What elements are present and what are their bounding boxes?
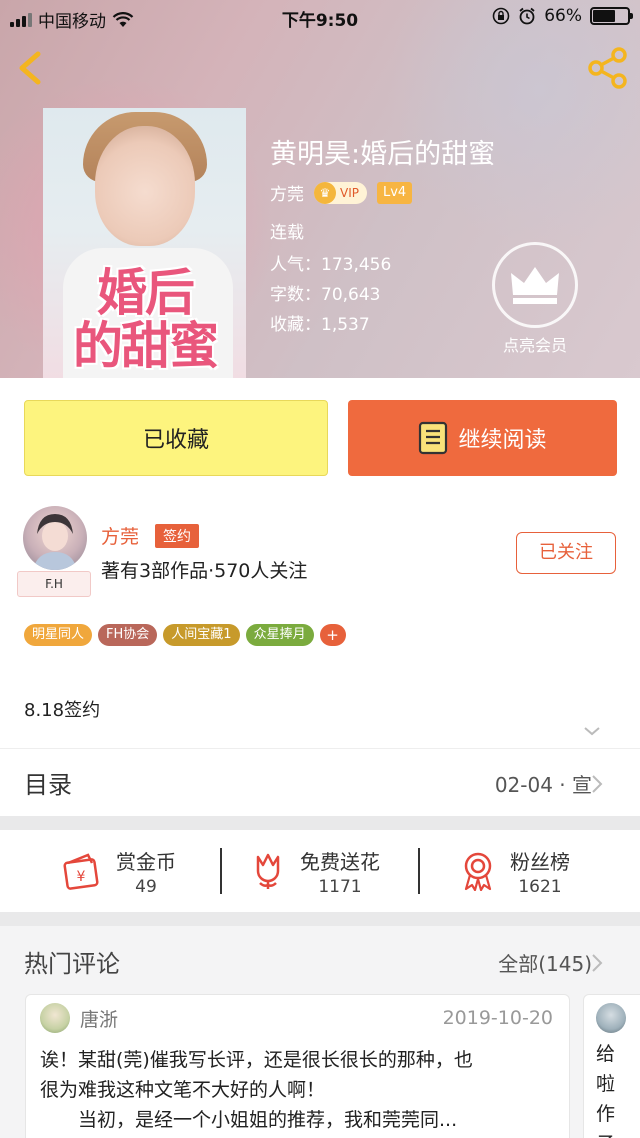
continue-reading-button[interactable]: 继续阅读 <box>348 400 617 476</box>
stat-label: 粉丝榜 <box>510 849 570 874</box>
author-tags: 明星同人 FH协会 人间宝藏1 众星捧月 + <box>24 624 346 646</box>
toc-title: 目录 <box>24 771 72 799</box>
reward-coin-button[interactable]: ¥ 赏金币 49 <box>62 830 176 912</box>
reward-coin-icon: ¥ <box>63 853 99 890</box>
author-tag[interactable]: FH协会 <box>98 624 158 646</box>
chevron-right-icon <box>592 775 603 793</box>
alarm-icon <box>519 7 535 25</box>
author-section: F.H 方莞 签约 著有3部作品·570人关注 已关注 明星同人 FH协会 人间… <box>0 498 640 748</box>
share-button[interactable] <box>586 46 630 90</box>
book-author[interactable]: 方莞 <box>270 180 304 205</box>
comment-line: 给 <box>596 1043 616 1065</box>
comment-line: 当初，是经一个小姐姐的推荐，我和莞莞同... <box>40 1109 458 1131</box>
latest-chapter: 02-04 · 宣 <box>494 773 592 797</box>
cover-title: 的甜蜜 <box>73 316 219 375</box>
level-badge: Lv4 <box>376 181 413 204</box>
fan-ranking-button[interactable]: 粉丝榜 1621 <box>460 830 570 912</box>
stat-divider <box>418 848 420 894</box>
stat-value: 1621 <box>518 876 562 897</box>
stat-label: 赏金币 <box>116 849 176 874</box>
support-stats: ¥ 赏金币 49 免费送花 1171 粉丝榜 1621 <box>0 830 640 912</box>
vip-badge: ♛ VIP <box>314 181 367 204</box>
comment-date: 2019-10-20 <box>442 1007 553 1029</box>
fan-rank-icon <box>464 852 492 891</box>
section-title: 热门评论 <box>24 950 120 978</box>
book-icon <box>419 421 448 455</box>
book-description: 8.18签约 <box>24 700 101 721</box>
collected-button[interactable]: 已收藏 <box>24 400 328 476</box>
comment-user[interactable]: 唐浙 <box>80 1005 118 1032</box>
chevron-right-icon <box>592 954 603 972</box>
popularity-stat: 人气：173,456 <box>270 255 392 275</box>
book-title: 黄明昊:婚后的甜蜜 <box>270 139 496 170</box>
collections-stat: 收藏：1,537 <box>270 315 370 335</box>
author-name[interactable]: 方莞 <box>101 522 139 549</box>
battery-percent: 66% <box>544 6 582 26</box>
stat-divider <box>220 848 222 894</box>
comment-line: 啦 <box>596 1073 616 1095</box>
comment-line: 作 <box>596 1103 616 1125</box>
more-tags-button[interactable]: + <box>319 624 346 646</box>
author-tag[interactable]: 人间宝藏1 <box>163 624 240 646</box>
avatar-tag: F.H <box>17 571 91 597</box>
cover-illustration <box>95 126 195 246</box>
chevron-down-icon[interactable] <box>582 724 602 738</box>
signed-badge: 签约 <box>155 524 199 548</box>
author-tag[interactable]: 众星捧月 <box>245 624 314 646</box>
battery-icon <box>590 7 633 25</box>
book-status: 连载 <box>270 223 304 243</box>
comment-line: 子 <box>596 1129 620 1138</box>
flower-icon <box>256 853 280 889</box>
stat-value: 1171 <box>318 876 362 897</box>
follow-button[interactable]: 已关注 <box>516 532 616 574</box>
send-flower-button[interactable]: 免费送花 1171 <box>250 830 380 912</box>
comment-body: 给 啦 作 子 <box>596 1039 620 1138</box>
stat-label: 免费送花 <box>300 849 380 874</box>
header-background-glow <box>380 0 640 240</box>
comment-line: 诶！某甜(莞)催我写长评，还是很长很长的那种，也 <box>40 1049 473 1071</box>
comment-body: 诶！某甜(莞)催我写长评，还是很长很长的那种，也 很为难我这种文笔不大好的人啊！… <box>40 1045 560 1135</box>
svg-text:¥: ¥ <box>77 869 86 885</box>
stat-value: 49 <box>135 876 157 897</box>
table-of-contents-row[interactable]: 目录 02-04 · 宣 <box>0 748 640 816</box>
activate-member-button[interactable]: 点亮会员 <box>492 242 578 356</box>
comment-card[interactable]: 给 啦 作 子 <box>583 994 640 1138</box>
back-button[interactable] <box>12 48 48 88</box>
book-header: 中国移动 下午9:50 66% 婚后 的甜蜜 黄明昊:婚后的甜蜜 方莞 ♛ VI… <box>0 0 640 378</box>
comment-line: 很为难我这种文笔不大好的人啊！ <box>40 1079 326 1101</box>
author-tag[interactable]: 明星同人 <box>24 624 93 646</box>
crown-icon: ♛ <box>314 181 336 204</box>
status-bar: 中国移动 下午9:50 66% <box>0 0 640 34</box>
action-bar: 已收藏 继续阅读 <box>0 378 640 498</box>
section-divider <box>0 816 640 830</box>
avatar-illustration <box>33 514 77 570</box>
book-cover[interactable]: 婚后 的甜蜜 <box>43 108 246 378</box>
section-divider <box>0 912 640 926</box>
comment-card[interactable]: 唐浙 2019-10-20 诶！某甜(莞)催我写长评，还是很长很长的那种，也 很… <box>25 994 570 1138</box>
author-summary: 著有3部作品·570人关注 <box>101 560 308 582</box>
word-count-stat: 字数：70,643 <box>270 285 381 305</box>
crown-icon <box>511 267 559 304</box>
avatar[interactable] <box>596 1003 626 1033</box>
avatar[interactable] <box>40 1003 70 1033</box>
rotation-lock-icon <box>492 7 510 25</box>
all-comments-link[interactable]: 全部(145) <box>498 948 592 977</box>
hot-comments-section: 热门评论 全部(145) 唐浙 2019-10-20 诶！某甜(莞)催我写长评，… <box>0 926 640 1138</box>
avatar[interactable] <box>23 506 87 570</box>
